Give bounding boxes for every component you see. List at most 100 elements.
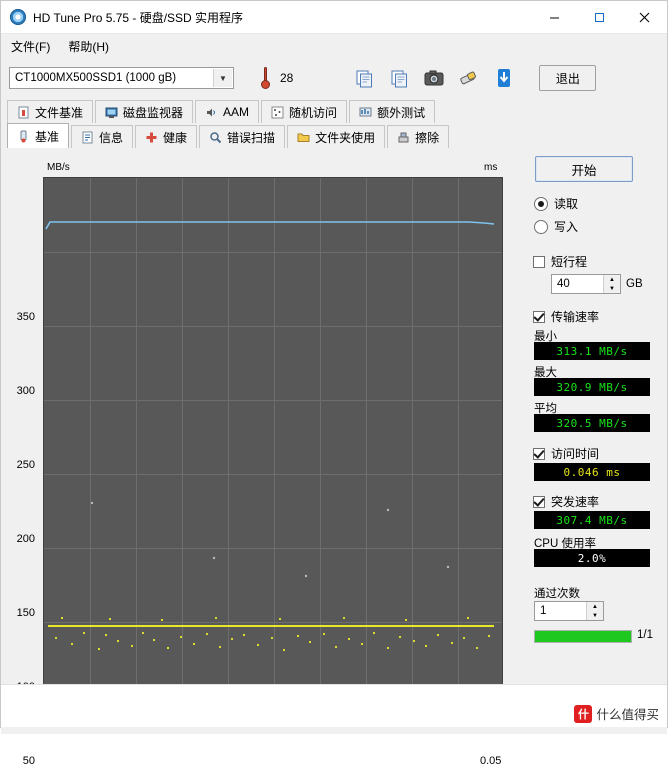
checkbox-burst-rate[interactable]: 突发速率 — [533, 493, 599, 510]
close-button[interactable] — [622, 1, 667, 33]
camera-icon[interactable] — [421, 66, 447, 90]
y-tick-left: 200 — [16, 533, 35, 545]
checkbox-access-time[interactable]: 访问时间 — [533, 445, 599, 462]
tab-random-access[interactable]: 随机访问 — [261, 100, 348, 123]
eraser-icon[interactable] — [456, 66, 482, 90]
errorscan-icon — [209, 131, 222, 144]
info-icon — [81, 131, 94, 144]
checkbox-short-stroke[interactable]: 短行程 — [533, 253, 587, 270]
toolbar: CT1000MX500SSD1 (1000 gB) ▼ 28 退出 — [1, 58, 667, 98]
transfer-rate-line — [45, 221, 495, 230]
radio-write-label: 写入 — [554, 220, 579, 234]
erase-icon — [397, 131, 410, 144]
copy2-icon[interactable] — [386, 66, 412, 90]
y-axis-label-left: MB/s — [47, 162, 70, 173]
radio-write[interactable]: 写入 — [534, 218, 578, 235]
short-stroke-stepper[interactable]: 40 ▲ ▼ — [551, 274, 621, 294]
tab-label: 随机访问 — [289, 105, 338, 120]
tab-erase[interactable]: 擦除 — [387, 125, 450, 148]
y-axis-label-right: ms — [484, 162, 498, 173]
minimize-button[interactable] — [532, 1, 577, 33]
access-time-points — [48, 616, 494, 652]
pass-count-stepper[interactable]: 1 ▲ ▼ — [534, 601, 604, 621]
download-icon[interactable] — [491, 66, 517, 90]
health-icon — [145, 131, 158, 144]
progress-bar — [534, 630, 632, 643]
transfer-rate-label: 传输速率 — [551, 310, 600, 324]
tab-disk-monitor[interactable]: 磁盘监视器 — [95, 100, 194, 123]
tab-row-primary: 文件基准 磁盘监视器 AAM 随机访问 额外测试 — [1, 98, 667, 123]
short-stroke-checkbox — [533, 255, 545, 268]
watermark-logo: 什 — [574, 704, 593, 723]
main-content: MB/s ms 350 300 250 200 150 100 50 0.35 … — [1, 148, 667, 767]
plot-canvas — [43, 177, 503, 701]
avg-value: 320.5 MB/s — [534, 414, 650, 432]
burst-rate-checkbox — [533, 495, 545, 508]
y-tick-right: 0.05 — [480, 755, 502, 767]
y-tick-left: 300 — [16, 385, 35, 397]
max-value: 320.9 MB/s — [534, 378, 650, 396]
tab-extra-tests[interactable]: 额外测试 — [349, 100, 436, 123]
y-tick-left: 350 — [16, 311, 35, 323]
tab-label: 擦除 — [415, 130, 440, 145]
drive-select[interactable]: CT1000MX500SSD1 (1000 gB) ▼ — [9, 67, 234, 89]
tab-health[interactable]: 健康 — [135, 125, 198, 148]
copy-icon[interactable] — [351, 66, 377, 90]
maximize-button[interactable] — [577, 1, 622, 33]
outlier-points — [90, 501, 450, 578]
access-time-label: 访问时间 — [551, 447, 600, 461]
exit-button[interactable]: 退出 — [539, 65, 597, 91]
tab-row-secondary: 基准 信息 健康 错误扫描 文件夹使用 擦除 — [1, 123, 667, 148]
radio-read[interactable]: 读取 — [534, 195, 578, 212]
speaker-icon — [205, 106, 218, 119]
radio-read-label: 读取 — [554, 197, 579, 211]
tab-label: 健康 — [163, 130, 188, 145]
tab-error-scan[interactable]: 错误扫描 — [199, 125, 286, 148]
start-button[interactable]: 开始 — [535, 156, 633, 182]
control-panel: 开始 读取 写入 短行程 40 ▲ ▼ GB 传输速率 最小 313.1 MB/… — [513, 148, 667, 734]
file-benchmark-icon — [17, 106, 30, 119]
window-title: HD Tune Pro 5.75 - 硬盘/SSD 实用程序 — [33, 10, 244, 25]
pass-count-label: 通过次数 — [534, 588, 580, 600]
short-stroke-value: 40 — [557, 278, 570, 290]
monitor-icon — [105, 106, 118, 119]
burst-rate-label: 突发速率 — [551, 495, 600, 509]
watermark: 什 什么值得买 — [574, 704, 659, 723]
min-value: 313.1 MB/s — [534, 342, 650, 360]
app-icon — [10, 9, 26, 25]
burst-rate-value: 307.4 MB/s — [534, 511, 650, 529]
short-stroke-label: 短行程 — [551, 255, 588, 269]
tab-file-benchmark[interactable]: 文件基准 — [7, 100, 94, 123]
window-controls — [532, 1, 667, 33]
title-bar: HD Tune Pro 5.75 - 硬盘/SSD 实用程序 — [1, 1, 667, 34]
y-tick-left: 150 — [16, 607, 35, 619]
thermometer-icon — [260, 67, 271, 89]
tab-folder-usage[interactable]: 文件夹使用 — [287, 125, 386, 148]
radio-read-indicator — [534, 196, 548, 211]
tab-label: 文件基准 — [35, 105, 84, 120]
tab-label: 错误扫描 — [227, 130, 276, 145]
cpu-usage-value: 2.0% — [534, 549, 650, 567]
tab-aam[interactable]: AAM — [195, 100, 260, 123]
tab-info[interactable]: 信息 — [71, 125, 134, 148]
stepper-buttons[interactable]: ▲ ▼ — [603, 275, 620, 293]
checkbox-transfer-rate[interactable]: 传输速率 — [533, 308, 599, 325]
progress-text: 1/1 — [637, 629, 653, 641]
menu-item-help[interactable]: 帮助(H) — [68, 38, 109, 55]
tab-label: 文件夹使用 — [315, 130, 376, 145]
access-time-value: 0.046 ms — [534, 463, 650, 481]
progress-bar-fill — [535, 631, 631, 642]
y-tick-left: 50 — [22, 755, 35, 767]
pass-count-value: 1 — [540, 605, 547, 617]
chevron-down-icon[interactable]: ▼ — [213, 69, 232, 87]
plot-series — [45, 221, 495, 652]
menu-item-file[interactable]: 文件(F) — [11, 38, 50, 55]
watermark-text: 什么值得买 — [596, 708, 659, 722]
tab-benchmark[interactable]: 基准 — [7, 123, 70, 148]
access-time-checkbox — [533, 447, 545, 460]
drive-select-value: CT1000MX500SSD1 (1000 gB) — [15, 72, 177, 84]
status-bar: 什 什么值得买 — [1, 684, 667, 727]
tab-label: 磁盘监视器 — [123, 105, 184, 120]
stepper-buttons[interactable]: ▲ ▼ — [586, 602, 603, 620]
benchmark-chart: MB/s ms 350 300 250 200 150 100 50 0.35 … — [1, 148, 519, 767]
